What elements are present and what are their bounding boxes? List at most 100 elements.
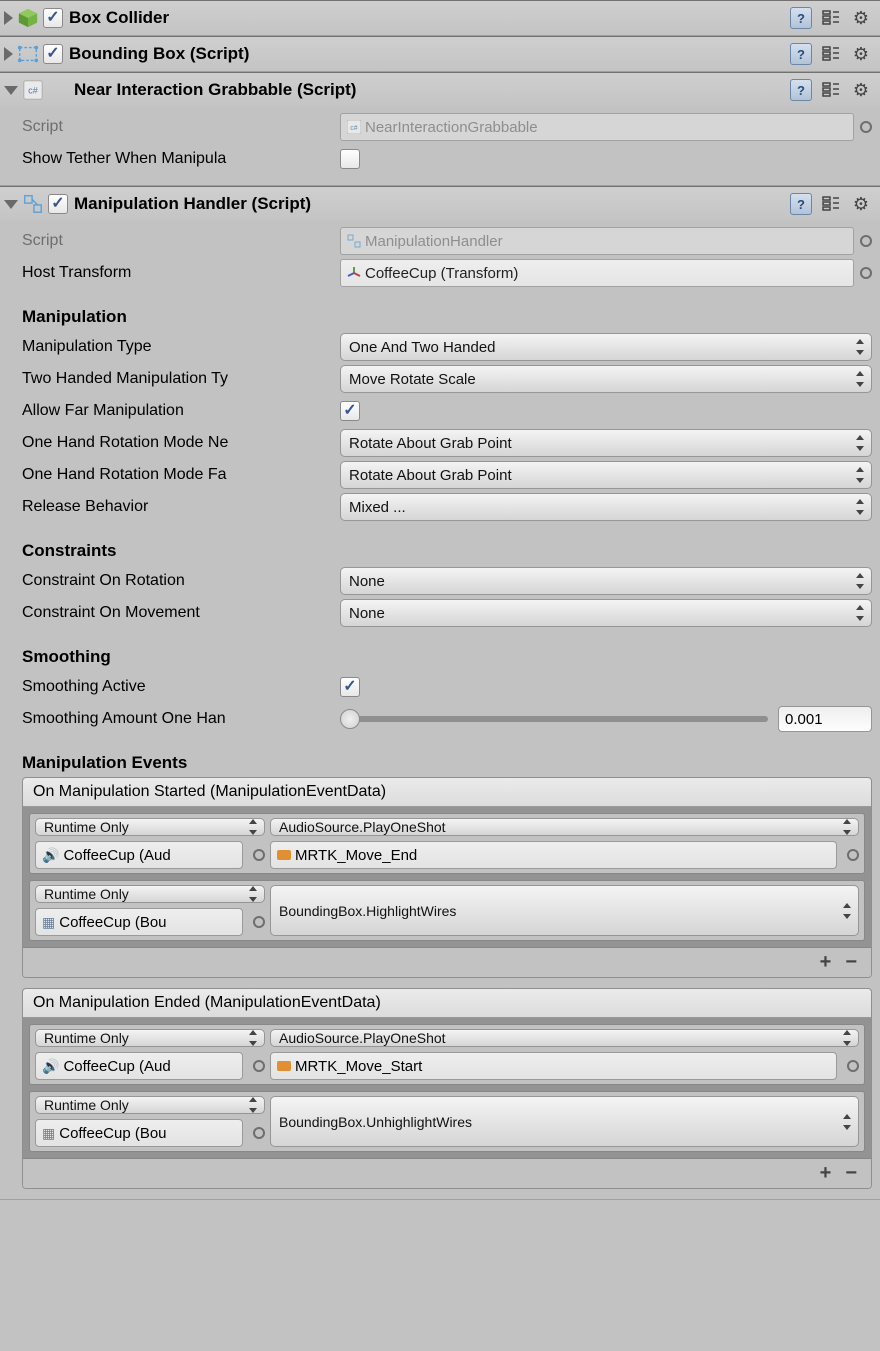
help-icon[interactable]: ? bbox=[790, 79, 812, 101]
two-handed-type-dropdown[interactable]: Move Rotate Scale bbox=[340, 365, 872, 393]
function-dropdown[interactable]: AudioSource.PlayOneShot bbox=[270, 818, 859, 836]
transform-icon bbox=[347, 266, 361, 280]
slider-thumb[interactable] bbox=[340, 709, 360, 729]
svg-text:c#: c# bbox=[28, 86, 39, 96]
gear-icon[interactable]: ⚙ bbox=[850, 79, 872, 101]
component-header-manipulation-handler[interactable]: Manipulation Handler (Script) ? ⚙ bbox=[0, 187, 880, 221]
allow-far-checkbox[interactable] bbox=[340, 401, 360, 421]
object-picker-icon[interactable] bbox=[860, 121, 872, 133]
help-icon[interactable]: ? bbox=[790, 7, 812, 29]
enable-checkbox[interactable] bbox=[43, 44, 63, 64]
audioclip-icon bbox=[277, 1061, 291, 1071]
add-listener-button[interactable]: + bbox=[820, 951, 832, 974]
component-header-bounding-box[interactable]: Bounding Box (Script) ? ⚙ bbox=[0, 37, 880, 71]
release-behavior-dropdown[interactable]: Mixed ... bbox=[340, 493, 872, 521]
help-icon[interactable]: ? bbox=[790, 43, 812, 65]
smoothing-amount-field[interactable]: 0.001 bbox=[778, 706, 872, 732]
call-mode-dropdown[interactable]: Runtime Only bbox=[35, 885, 265, 903]
csharp-mini-icon: c# bbox=[347, 120, 361, 134]
preset-icon[interactable] bbox=[820, 193, 842, 215]
script-icon bbox=[22, 193, 44, 215]
object-picker-icon[interactable] bbox=[253, 916, 265, 928]
one-hand-far-dropdown[interactable]: Rotate About Grab Point bbox=[340, 461, 872, 489]
call-mode-dropdown[interactable]: Runtime Only bbox=[35, 1029, 265, 1047]
remove-listener-button[interactable]: − bbox=[845, 1162, 857, 1185]
gear-icon[interactable]: ⚙ bbox=[850, 7, 872, 29]
show-tether-checkbox[interactable] bbox=[340, 149, 360, 169]
section-smoothing: Smoothing bbox=[22, 647, 872, 667]
manipulation-type-dropdown[interactable]: One And Two Handed bbox=[340, 333, 872, 361]
foldout-toggle[interactable] bbox=[4, 47, 13, 61]
script-mini-icon bbox=[347, 234, 361, 248]
target-object-field[interactable]: ▦CoffeeCup (Bou bbox=[35, 1119, 243, 1147]
allow-far-label: Allow Far Manipulation bbox=[22, 402, 340, 420]
event-listener: Runtime Only 🔊CoffeeCup (Aud AudioSource… bbox=[29, 1024, 865, 1085]
csharp-icon: c# bbox=[22, 79, 44, 101]
preset-icon[interactable] bbox=[820, 7, 842, 29]
host-transform-field[interactable]: CoffeeCup (Transform) bbox=[340, 259, 854, 287]
enable-checkbox[interactable] bbox=[43, 8, 63, 28]
add-listener-button[interactable]: + bbox=[820, 1162, 832, 1185]
event-on-manipulation-ended: On Manipulation Ended (ManipulationEvent… bbox=[22, 988, 872, 1189]
preset-icon[interactable] bbox=[820, 79, 842, 101]
function-dropdown[interactable]: BoundingBox.HighlightWires bbox=[270, 885, 859, 936]
smoothing-amount-slider[interactable] bbox=[340, 716, 768, 722]
smoothing-active-checkbox[interactable] bbox=[340, 677, 360, 697]
box-collider-icon bbox=[17, 7, 39, 29]
script-icon bbox=[17, 43, 39, 65]
smoothing-amount-label: Smoothing Amount One Han bbox=[22, 710, 340, 728]
call-mode-dropdown[interactable]: Runtime Only bbox=[35, 1096, 265, 1114]
component-header-near-interaction[interactable]: c# Near Interaction Grabbable (Script) ?… bbox=[0, 73, 880, 107]
gear-icon[interactable]: ⚙ bbox=[850, 193, 872, 215]
one-hand-near-dropdown[interactable]: Rotate About Grab Point bbox=[340, 429, 872, 457]
component-header-box-collider[interactable]: Box Collider ? ⚙ bbox=[0, 1, 880, 35]
script-value: NearInteractionGrabbable bbox=[365, 119, 538, 136]
target-object-field[interactable]: 🔊CoffeeCup (Aud bbox=[35, 841, 243, 869]
event-listener: Runtime Only ▦CoffeeCup (Bou BoundingBox… bbox=[29, 880, 865, 941]
foldout-toggle[interactable] bbox=[4, 200, 18, 209]
section-constraints: Constraints bbox=[22, 541, 872, 561]
object-picker-icon[interactable] bbox=[253, 1127, 265, 1139]
svg-text:c#: c# bbox=[350, 125, 358, 132]
preset-icon[interactable] bbox=[820, 43, 842, 65]
object-picker-icon[interactable] bbox=[860, 267, 872, 279]
one-hand-far-label: One Hand Rotation Mode Fa bbox=[22, 466, 340, 484]
constraint-rotation-label: Constraint On Rotation bbox=[22, 572, 340, 590]
constraint-movement-dropdown[interactable]: None bbox=[340, 599, 872, 627]
target-object-field[interactable]: 🔊CoffeeCup (Aud bbox=[35, 1052, 243, 1080]
object-picker-icon[interactable] bbox=[847, 849, 859, 861]
object-picker-icon[interactable] bbox=[253, 1060, 265, 1072]
event-listener: Runtime Only ▦CoffeeCup (Bou BoundingBox… bbox=[29, 1091, 865, 1152]
call-mode-dropdown[interactable]: Runtime Only bbox=[35, 818, 265, 836]
constraint-rotation-dropdown[interactable]: None bbox=[340, 567, 872, 595]
release-behavior-label: Release Behavior bbox=[22, 498, 340, 516]
object-picker-icon[interactable] bbox=[860, 235, 872, 247]
component-title: Bounding Box (Script) bbox=[69, 44, 790, 64]
script-field: c# NearInteractionGrabbable bbox=[340, 113, 854, 141]
boundingbox-icon: ▦ bbox=[42, 1125, 55, 1142]
section-manipulation: Manipulation bbox=[22, 307, 872, 327]
host-transform-value: CoffeeCup (Transform) bbox=[365, 265, 518, 282]
component-title: Near Interaction Grabbable (Script) bbox=[74, 80, 790, 100]
one-hand-near-label: One Hand Rotation Mode Ne bbox=[22, 434, 340, 452]
object-picker-icon[interactable] bbox=[253, 849, 265, 861]
remove-listener-button[interactable]: − bbox=[845, 951, 857, 974]
enable-checkbox[interactable] bbox=[48, 194, 68, 214]
constraint-movement-label: Constraint On Movement bbox=[22, 604, 340, 622]
section-events: Manipulation Events bbox=[22, 753, 872, 773]
boundingbox-icon: ▦ bbox=[42, 914, 55, 931]
object-picker-icon[interactable] bbox=[847, 1060, 859, 1072]
script-label: Script bbox=[22, 232, 340, 250]
event-listener: Runtime Only 🔊CoffeeCup (Aud AudioSource… bbox=[29, 813, 865, 874]
foldout-toggle[interactable] bbox=[4, 86, 18, 95]
audio-icon: 🔊 bbox=[42, 847, 59, 864]
gear-icon[interactable]: ⚙ bbox=[850, 43, 872, 65]
target-object-field[interactable]: ▦CoffeeCup (Bou bbox=[35, 908, 243, 936]
help-icon[interactable]: ? bbox=[790, 193, 812, 215]
argument-field[interactable]: MRTK_Move_Start bbox=[270, 1052, 837, 1080]
function-dropdown[interactable]: BoundingBox.UnhighlightWires bbox=[270, 1096, 859, 1147]
function-dropdown[interactable]: AudioSource.PlayOneShot bbox=[270, 1029, 859, 1047]
argument-field[interactable]: MRTK_Move_End bbox=[270, 841, 837, 869]
event-header: On Manipulation Started (ManipulationEve… bbox=[23, 778, 871, 807]
foldout-toggle[interactable] bbox=[4, 11, 13, 25]
